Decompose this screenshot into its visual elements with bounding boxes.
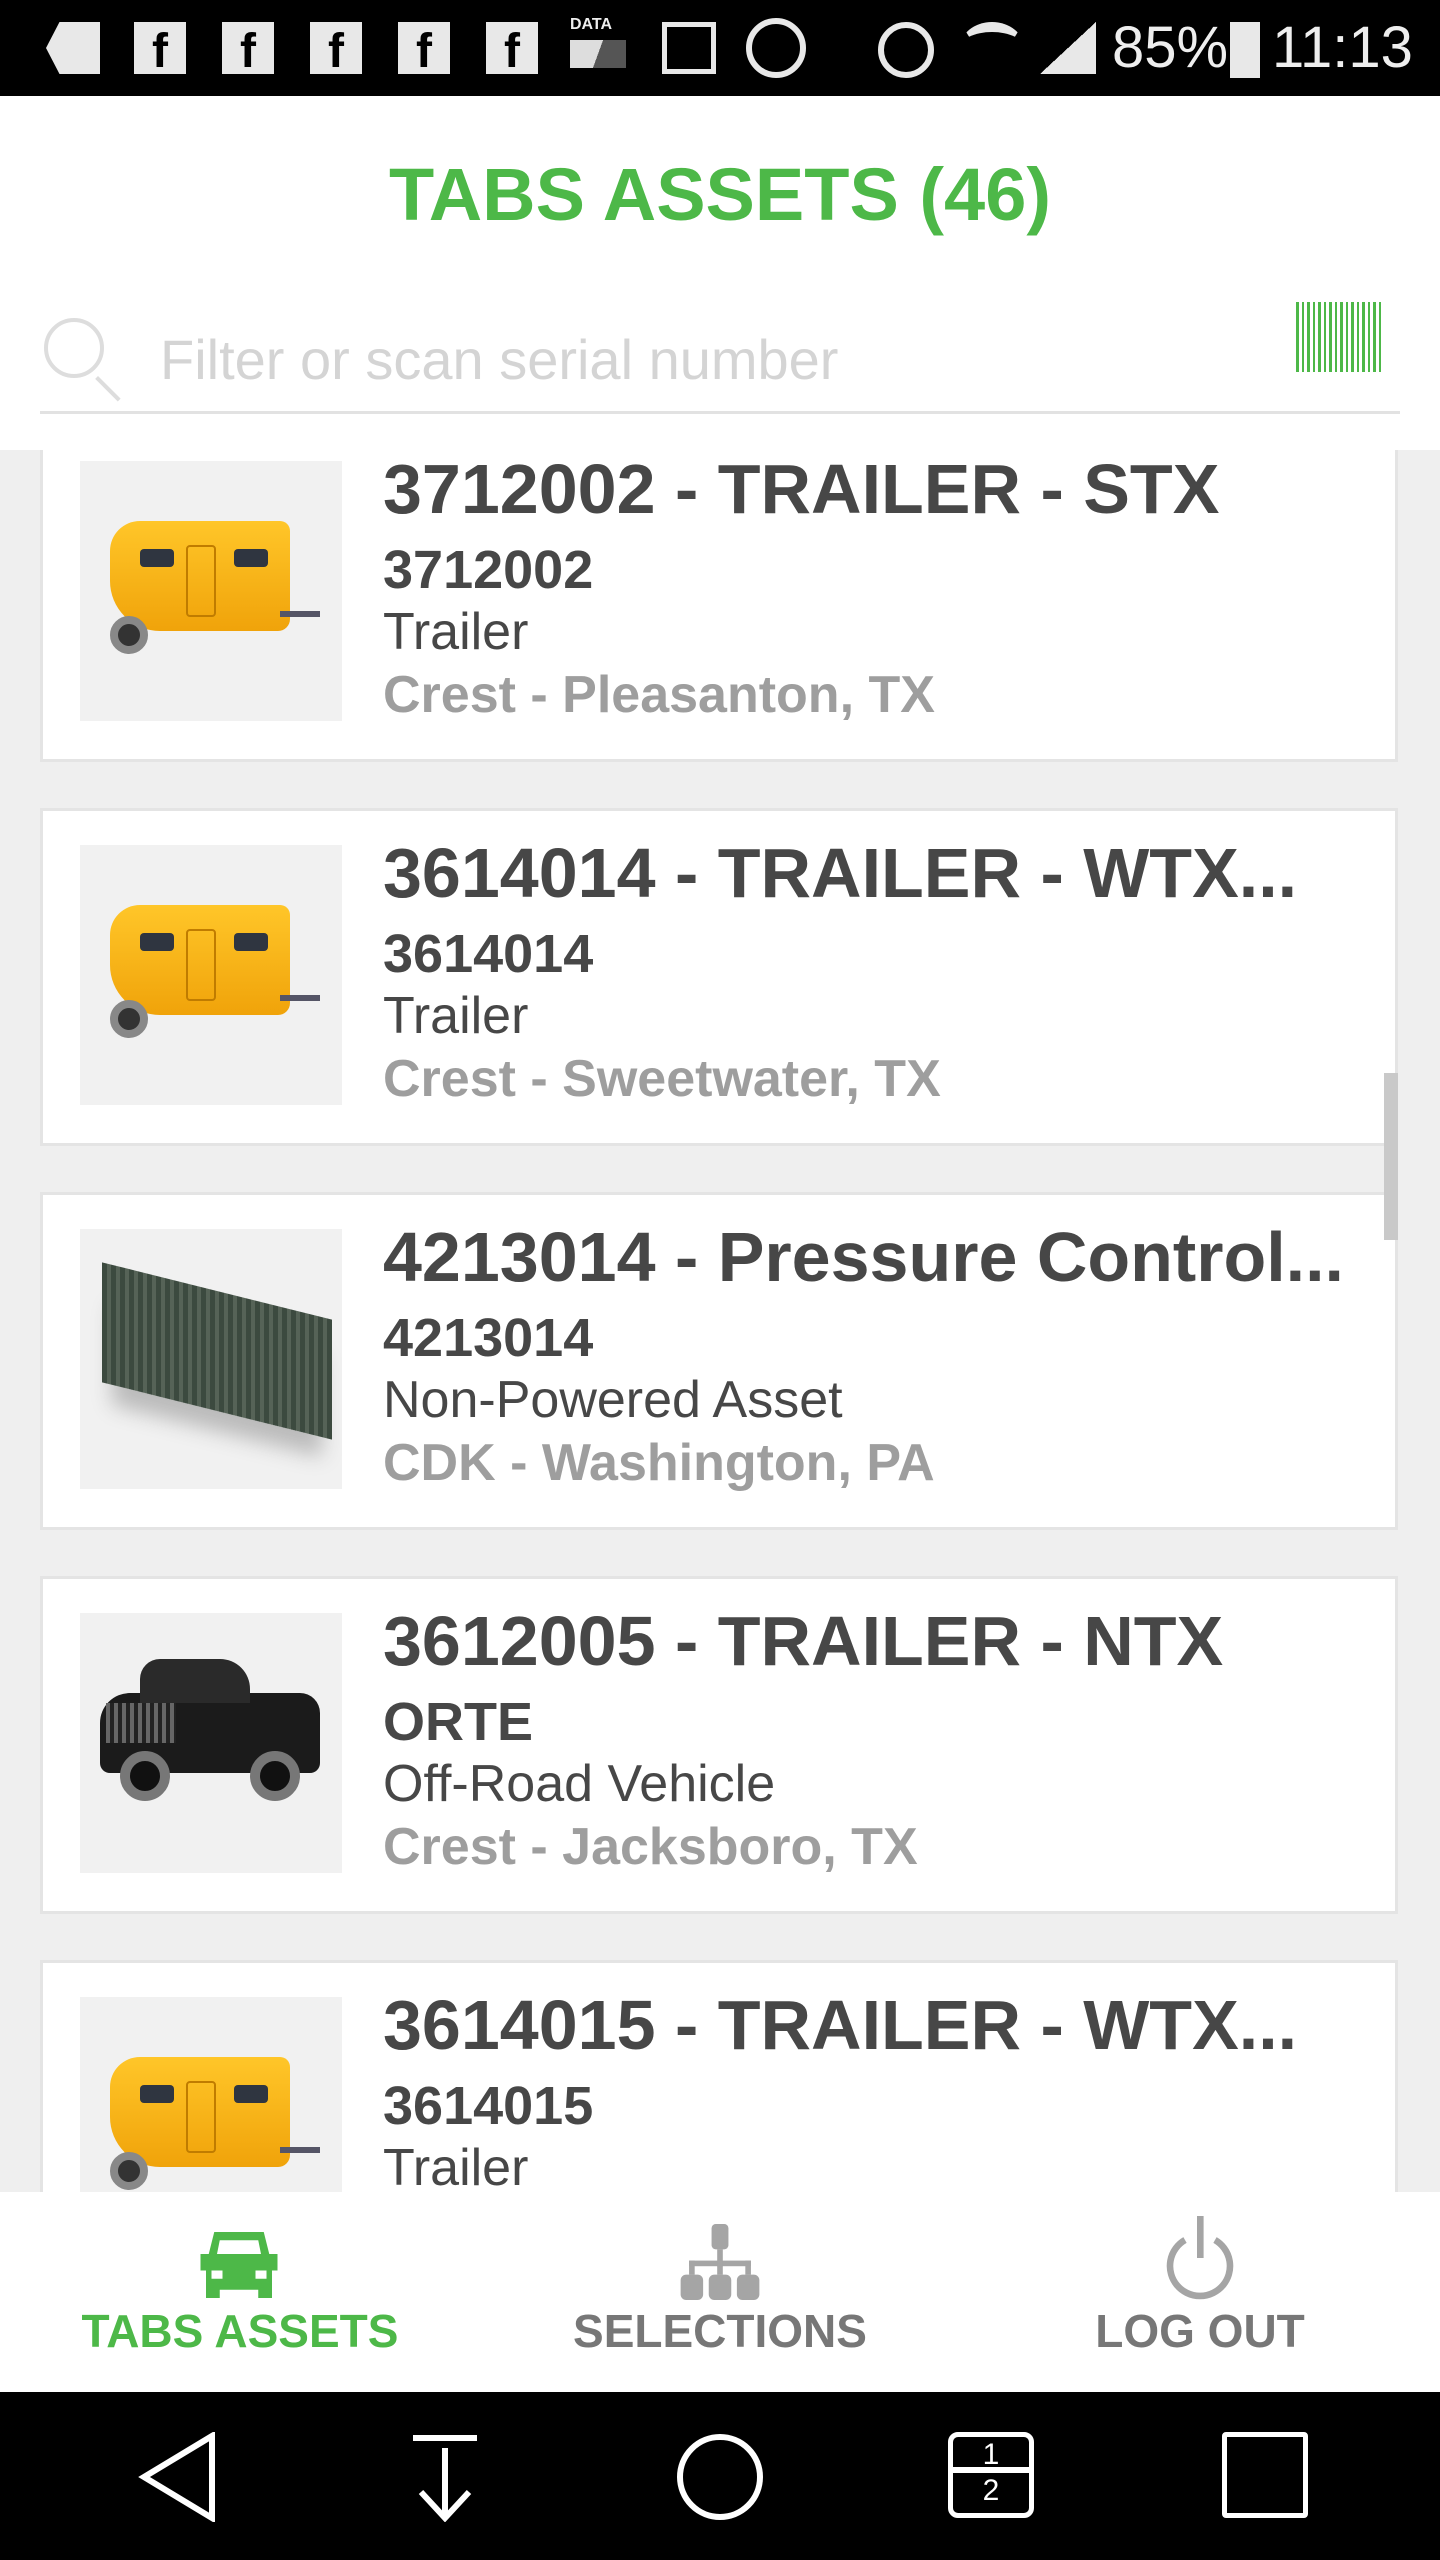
pickup-truck-image [80, 1613, 342, 1873]
notification-pull-icon[interactable] [405, 2432, 485, 2522]
asset-list: 3712002 - TRAILER - STX 3712002 Trailer … [0, 450, 1440, 2192]
trailer-image [80, 461, 342, 721]
recents-icon[interactable] [1222, 2432, 1308, 2518]
more-notifications-icon [46, 22, 100, 74]
battery-icon [1230, 22, 1260, 78]
asset-serial: 3712002 [383, 540, 594, 600]
asset-card[interactable]: 3614014 - TRAILER - WTX... 3614014 Trail… [40, 808, 1398, 1146]
wifi-icon [960, 22, 1024, 74]
asset-location: Crest - Jacksboro, TX [383, 1818, 918, 1876]
trailer-image [80, 1997, 342, 2192]
search-bar [40, 302, 1400, 414]
asset-title: 3712002 - TRAILER - STX [383, 450, 1220, 528]
asset-title: 3612005 - TRAILER - NTX [383, 1602, 1224, 1680]
battery-percent: 85% [1112, 15, 1229, 80]
hierarchy-icon [680, 2224, 760, 2300]
facebook-icon: f [398, 22, 450, 74]
car-icon [200, 2232, 278, 2298]
tab-label: SELECTIONS [573, 2305, 867, 2357]
asset-type: Off-Road Vehicle [383, 1755, 776, 1813]
clock: 11:13 [1272, 15, 1413, 80]
asset-title: 3614015 - TRAILER - WTX... [383, 1986, 1298, 2064]
tab-tabs-assets[interactable]: TABS ASSETS [0, 2192, 480, 2392]
tab-label: TABS ASSETS [81, 2305, 399, 2357]
tab-label: LOG OUT [1095, 2305, 1305, 2357]
facebook-icon: f [222, 22, 274, 74]
asset-type: Trailer [383, 2139, 529, 2192]
system-nav-bar: 1 2 [0, 2392, 1440, 2560]
asset-serial: 4213014 [383, 1308, 594, 1368]
asset-type: Trailer [383, 603, 529, 661]
asset-type: Trailer [383, 987, 529, 1045]
scrollbar[interactable] [1384, 1073, 1398, 1240]
asset-type: Non-Powered Asset [383, 1371, 843, 1429]
dual-window-icon[interactable]: 1 2 [948, 2432, 1034, 2518]
search-icon [44, 318, 104, 378]
back-icon[interactable] [136, 2432, 216, 2522]
container-image [80, 1229, 342, 1489]
signal-icon [1040, 22, 1096, 74]
asset-card[interactable]: 3612005 - TRAILER - NTX ORTE Off-Road Ve… [40, 1576, 1398, 1914]
asset-location: Crest - Sweetwater, TX [383, 1050, 941, 1108]
search-input[interactable] [160, 314, 1210, 404]
data-icon: DATA [570, 16, 630, 68]
facebook-icon: f [310, 22, 362, 74]
tab-selections[interactable]: SELECTIONS [480, 2192, 960, 2392]
barcode-scan-icon[interactable] [1296, 302, 1384, 372]
asset-serial: 3614014 [383, 924, 594, 984]
tab-log-out[interactable]: LOG OUT [960, 2192, 1440, 2392]
home-icon[interactable] [675, 2432, 765, 2522]
asset-card[interactable]: 3712002 - TRAILER - STX 3712002 Trailer … [40, 450, 1398, 762]
asset-title: 3614014 - TRAILER - WTX... [383, 834, 1298, 912]
asset-card[interactable]: 3614015 - TRAILER - WTX... 3614015 Trail… [40, 1960, 1398, 2192]
asset-serial: ORTE [383, 1692, 534, 1752]
asset-location: Crest - Pleasanton, TX [383, 666, 935, 724]
whatsapp-icon [746, 18, 806, 78]
status-bar: f f f f f DATA 85% 11:13 [0, 0, 1440, 96]
app-header: TABS ASSETS (46) [0, 96, 1440, 450]
gallery-icon [662, 22, 716, 74]
page-title: TABS ASSETS (46) [389, 153, 1051, 236]
power-icon [1166, 2216, 1234, 2300]
facebook-icon: f [486, 22, 538, 74]
trailer-image [80, 845, 342, 1105]
asset-title: 4213014 - Pressure Control... [383, 1218, 1344, 1296]
asset-location: CDK - Washington, PA [383, 1434, 935, 1492]
asset-serial: 3614015 [383, 2076, 594, 2136]
bottom-nav: TABS ASSETS SELECTIONS LOG OUT [0, 2192, 1440, 2392]
facebook-icon: f [134, 22, 186, 74]
alarm-icon [878, 22, 934, 78]
asset-card[interactable]: 4213014 - Pressure Control... 4213014 No… [40, 1192, 1398, 1530]
